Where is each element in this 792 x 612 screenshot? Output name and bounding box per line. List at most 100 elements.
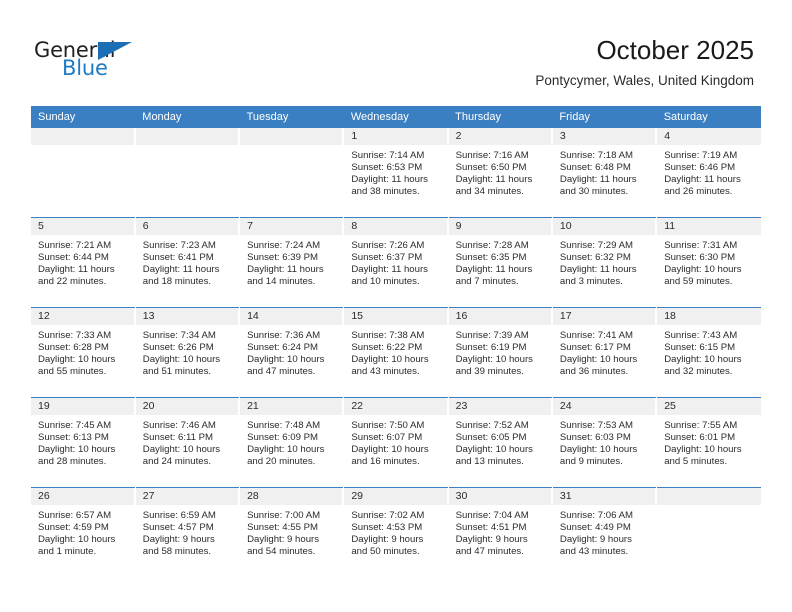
daylight-text: and 54 minutes. xyxy=(247,546,316,558)
calendar-day-cell[interactable]: 14 Sunrise: 7:36 AM Sunset: 6:24 PM Dayligh… xyxy=(239,307,345,398)
day-number: 4 xyxy=(657,128,761,145)
daylight-text: Daylight: 10 hours xyxy=(38,354,116,366)
calendar-day-cell[interactable]: 11 Sunrise: 7:31 AM Sunset: 6:30 PM Dayligh… xyxy=(656,217,761,308)
day-number: 31 xyxy=(552,488,657,505)
day-details: Sunrise: 7:36 AM Sunset: 6:24 PM Daylight:… xyxy=(240,325,343,378)
calendar-day-cell[interactable]: 3 Sunrise: 7:18 AM Sunset: 6:48 PM Daylight… xyxy=(552,128,658,218)
weekday-header-friday: Friday xyxy=(552,106,657,128)
calendar-day-cell[interactable]: 9 Sunrise: 7:28 AM Sunset: 6:35 PM Daylight… xyxy=(448,217,553,308)
day-details: Sunrise: 7:52 AM Sunset: 6:05 PM Daylight:… xyxy=(449,415,552,468)
sunset-text: Sunset: 6:15 PM xyxy=(664,342,736,354)
calendar-day-cell[interactable]: 4 Sunrise: 7:19 AM Sunset: 6:46 PM Daylight… xyxy=(656,128,761,218)
calendar-day-cell[interactable]: 16 Sunrise: 7:39 AM Sunset: 6:19 PM Dayligh… xyxy=(448,307,553,398)
daylight-text: Daylight: 10 hours xyxy=(351,354,429,366)
day-number: 7 xyxy=(240,218,344,235)
daylight-text: Daylight: 9 hours xyxy=(559,534,632,546)
day-details: Sunrise: 7:26 AM Sunset: 6:37 PM Daylight:… xyxy=(344,235,447,288)
daylight-text: and 59 minutes. xyxy=(664,276,733,288)
calendar-day-cell[interactable]: 30 Sunrise: 7:04 AM Sunset: 4:51 PM Dayligh… xyxy=(448,487,553,577)
daylight-text: Daylight: 11 hours xyxy=(559,264,637,276)
day-cell-content: 16 Sunrise: 7:39 AM Sunset: 6:19 PM Dayligh… xyxy=(448,308,552,397)
calendar-day-cell[interactable]: 12 Sunrise: 7:33 AM Sunset: 6:28 PM Dayligh… xyxy=(31,307,136,398)
day-cell-content: 25 Sunrise: 7:55 AM Sunset: 6:01 PM Dayligh… xyxy=(657,398,761,487)
calendar-day-cell[interactable]: 29 Sunrise: 7:02 AM Sunset: 4:53 PM Dayligh… xyxy=(343,487,449,577)
day-number: 29 xyxy=(344,488,448,505)
weekday-header-row: Sunday Monday Tuesday Wednesday Thursday… xyxy=(31,106,761,128)
sunrise-text: Sunrise: 7:38 AM xyxy=(351,330,425,341)
sunset-text: Sunset: 6:44 PM xyxy=(38,252,109,264)
day-details: Sunrise: 7:39 AM Sunset: 6:19 PM Daylight:… xyxy=(449,325,552,378)
calendar-day-cell[interactable]: 24 Sunrise: 7:53 AM Sunset: 6:03 PM Dayligh… xyxy=(552,397,658,488)
day-cell-content xyxy=(135,128,240,217)
day-details: Sunrise: 7:41 AM Sunset: 6:17 PM Daylight:… xyxy=(553,325,656,378)
general-blue-logo[interactable]: General Blue xyxy=(34,38,164,82)
daylight-text: and 32 minutes. xyxy=(664,366,733,378)
calendar-day-cell[interactable]: 5 Sunrise: 7:21 AM Sunset: 6:44 PM Daylight… xyxy=(31,217,136,308)
day-number: 12 xyxy=(31,308,135,325)
calendar-day-cell[interactable]: 2 Sunrise: 7:16 AM Sunset: 6:50 PM Daylight… xyxy=(448,128,553,218)
day-cell-content: 3 Sunrise: 7:18 AM Sunset: 6:48 PM Daylight… xyxy=(552,128,657,217)
calendar-day-cell[interactable]: 26 Sunrise: 6:57 AM Sunset: 4:59 PM Dayligh… xyxy=(31,487,136,577)
sunset-text: Sunset: 6:37 PM xyxy=(351,252,423,264)
calendar-day-cell[interactable]: 10 Sunrise: 7:29 AM Sunset: 6:32 PM Dayligh… xyxy=(552,217,658,308)
calendar-day-cell[interactable]: 21 Sunrise: 7:48 AM Sunset: 6:09 PM Dayligh… xyxy=(239,397,345,488)
day-details: Sunrise: 7:14 AM Sunset: 6:53 PM Daylight:… xyxy=(344,145,447,198)
sunrise-text: Sunrise: 7:16 AM xyxy=(455,150,529,161)
day-number: 5 xyxy=(31,218,135,235)
sunrise-text: Sunrise: 7:41 AM xyxy=(559,330,633,341)
calendar-day-cell[interactable]: 27 Sunrise: 6:59 AM Sunset: 4:57 PM Dayligh… xyxy=(135,487,241,577)
weekday-header-wednesday: Wednesday xyxy=(343,106,449,128)
sunrise-text: Sunrise: 7:46 AM xyxy=(142,420,216,431)
day-number: 27 xyxy=(135,488,240,505)
daylight-text: Daylight: 9 hours xyxy=(142,534,215,546)
page-title: October 2025 xyxy=(596,35,754,65)
calendar-day-cell[interactable]: 8 Sunrise: 7:26 AM Sunset: 6:37 PM Daylight… xyxy=(343,217,449,308)
calendar-day-cell[interactable]: 13 Sunrise: 7:34 AM Sunset: 6:26 PM Dayligh… xyxy=(135,307,241,398)
calendar-day-cell[interactable]: 18 Sunrise: 7:43 AM Sunset: 6:15 PM Dayligh… xyxy=(656,307,761,398)
day-number: 15 xyxy=(344,308,448,325)
day-details: Sunrise: 7:48 AM Sunset: 6:09 PM Daylight:… xyxy=(240,415,343,468)
calendar-day-cell[interactable]: 22 Sunrise: 7:50 AM Sunset: 6:07 PM Dayligh… xyxy=(343,397,449,488)
sunrise-text: Sunrise: 7:50 AM xyxy=(351,420,425,431)
daylight-text: and 47 minutes. xyxy=(247,366,316,378)
calendar-day-cell[interactable]: 1 Sunrise: 7:14 AM Sunset: 6:53 PM Daylight… xyxy=(343,128,449,218)
daylight-text: and 22 minutes. xyxy=(38,276,107,288)
daylight-text: and 9 minutes. xyxy=(559,456,623,468)
sunset-text: Sunset: 6:11 PM xyxy=(142,432,213,444)
day-cell-content: 8 Sunrise: 7:26 AM Sunset: 6:37 PM Daylight… xyxy=(344,218,448,307)
day-cell-content: 18 Sunrise: 7:43 AM Sunset: 6:15 PM Dayligh… xyxy=(657,308,761,397)
sunrise-text: Sunrise: 7:52 AM xyxy=(455,420,529,431)
day-number xyxy=(135,128,240,145)
calendar-day-cell[interactable]: 15 Sunrise: 7:38 AM Sunset: 6:22 PM Dayligh… xyxy=(343,307,449,398)
day-details: Sunrise: 6:57 AM Sunset: 4:59 PM Daylight:… xyxy=(31,505,135,558)
calendar-day-cell[interactable]: 31 Sunrise: 7:06 AM Sunset: 4:49 PM Dayligh… xyxy=(552,487,658,577)
daylight-text: and 24 minutes. xyxy=(142,456,212,468)
weekday-header-monday: Monday xyxy=(135,106,240,128)
daylight-text: Daylight: 10 hours xyxy=(142,354,221,366)
daylight-text: Daylight: 10 hours xyxy=(351,444,429,456)
day-cell-content: 19 Sunrise: 7:45 AM Sunset: 6:13 PM Dayligh… xyxy=(31,398,135,487)
day-details: Sunrise: 7:24 AM Sunset: 6:39 PM Daylight:… xyxy=(240,235,343,288)
daylight-text: Daylight: 10 hours xyxy=(664,264,742,276)
calendar-day-cell[interactable]: 6 Sunrise: 7:23 AM Sunset: 6:41 PM Daylight… xyxy=(135,217,241,308)
calendar-day-cell[interactable]: 17 Sunrise: 7:41 AM Sunset: 6:17 PM Dayligh… xyxy=(552,307,658,398)
day-details: Sunrise: 7:43 AM Sunset: 6:15 PM Daylight:… xyxy=(657,325,761,378)
calendar-day-cell[interactable]: 19 Sunrise: 7:45 AM Sunset: 6:13 PM Dayligh… xyxy=(31,397,136,488)
day-cell-content: 24 Sunrise: 7:53 AM Sunset: 6:03 PM Dayligh… xyxy=(552,398,657,487)
day-cell-content: 6 Sunrise: 7:23 AM Sunset: 6:41 PM Daylight… xyxy=(135,218,240,307)
sunrise-text: Sunrise: 7:55 AM xyxy=(664,420,738,431)
daylight-text: and 10 minutes. xyxy=(351,276,420,288)
daylight-text: Daylight: 11 hours xyxy=(142,264,220,276)
sunset-text: Sunset: 6:13 PM xyxy=(38,432,109,444)
calendar-day-cell[interactable]: 23 Sunrise: 7:52 AM Sunset: 6:05 PM Dayligh… xyxy=(448,397,553,488)
day-cell-content: 22 Sunrise: 7:50 AM Sunset: 6:07 PM Dayligh… xyxy=(344,398,448,487)
sunset-text: Sunset: 6:41 PM xyxy=(142,252,214,264)
sunrise-text: Sunrise: 7:43 AM xyxy=(664,330,738,341)
calendar-day-cell[interactable]: 28 Sunrise: 7:00 AM Sunset: 4:55 PM Dayligh… xyxy=(239,487,345,577)
calendar-day-cell[interactable]: 20 Sunrise: 7:46 AM Sunset: 6:11 PM Dayligh… xyxy=(135,397,241,488)
day-details: Sunrise: 7:31 AM Sunset: 6:30 PM Daylight:… xyxy=(657,235,761,288)
calendar-day-cell[interactable]: 25 Sunrise: 7:55 AM Sunset: 6:01 PM Dayligh… xyxy=(656,397,761,488)
sunrise-text: Sunrise: 7:39 AM xyxy=(455,330,529,341)
calendar-day-cell[interactable]: 7 Sunrise: 7:24 AM Sunset: 6:39 PM Daylight… xyxy=(239,217,345,308)
day-cell-content: 12 Sunrise: 7:33 AM Sunset: 6:28 PM Dayligh… xyxy=(31,308,135,397)
